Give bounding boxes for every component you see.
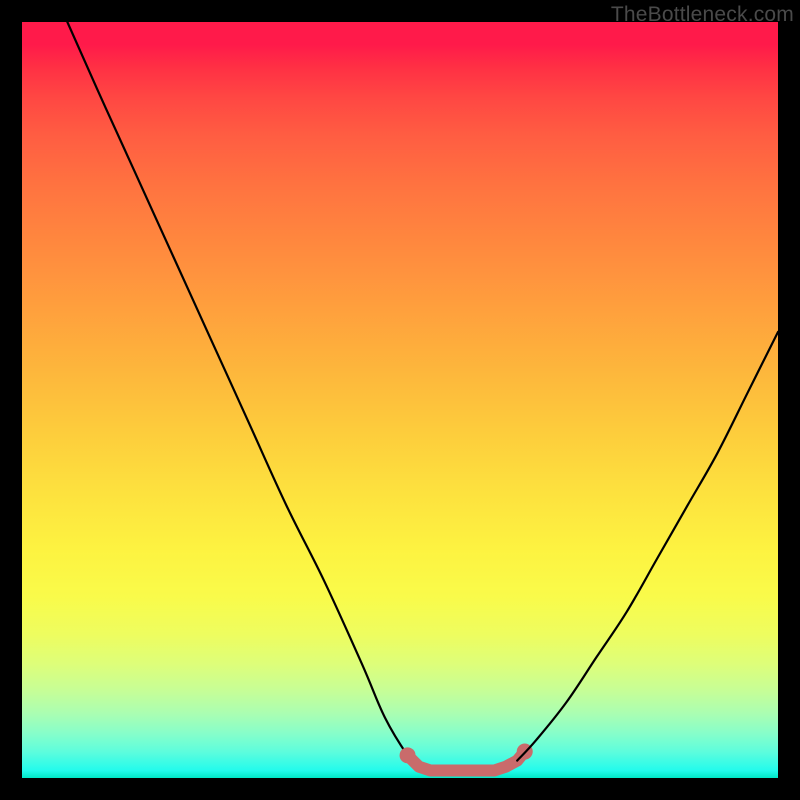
series-layer <box>67 22 778 770</box>
series-right-curve <box>517 332 778 761</box>
chart-svg <box>22 22 778 778</box>
chart-frame: TheBottleneck.com <box>0 0 800 800</box>
series-valley-marker-endpoint <box>400 747 416 763</box>
series-valley-marker <box>408 752 525 771</box>
plot-area <box>22 22 778 778</box>
watermark-text: TheBottleneck.com <box>611 3 794 27</box>
series-left-curve <box>67 22 419 767</box>
